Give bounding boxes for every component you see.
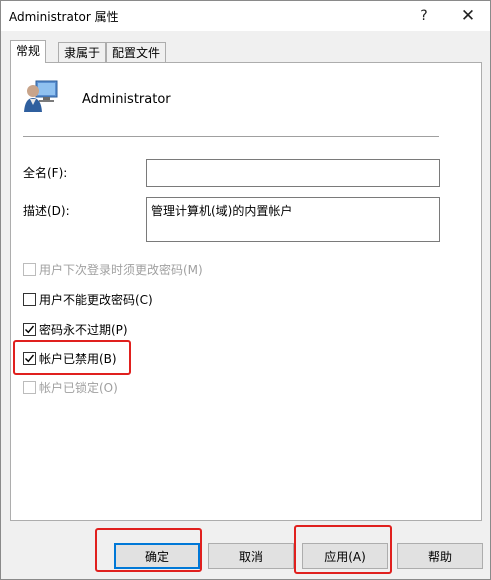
highlight-apply-button bbox=[294, 525, 392, 574]
question-mark-icon: ? bbox=[420, 8, 428, 24]
description-label: 描述(D): bbox=[23, 204, 70, 218]
cancel-button[interactable]: 取消 bbox=[208, 543, 294, 569]
checkbox-label: 用户不能更改密码(C) bbox=[39, 293, 153, 307]
tab-general[interactable]: 常规 bbox=[10, 40, 47, 63]
divider bbox=[23, 136, 439, 137]
account-locked-checkbox[interactable]: 帐户已锁定(O) bbox=[23, 379, 118, 396]
fullname-field[interactable] bbox=[146, 159, 440, 187]
title-bar: Administrator 属性 ? ✕ bbox=[1, 1, 490, 31]
tab-profile[interactable]: 配置文件 bbox=[106, 42, 167, 62]
highlight-account-disabled bbox=[13, 340, 131, 375]
checkbox-label: 用户下次登录时须更改密码(M) bbox=[39, 263, 203, 277]
cannot-change-password-checkbox[interactable]: 用户不能更改密码(C) bbox=[23, 291, 153, 308]
cancel-button-label: 取消 bbox=[238, 549, 263, 564]
help-button[interactable]: 帮助 bbox=[397, 543, 483, 569]
description-field[interactable]: 管理计算机(域)的内置帐户 bbox=[146, 197, 440, 242]
checkbox-box bbox=[23, 293, 36, 306]
fullname-label: 全名(F): bbox=[23, 166, 68, 180]
checkmark-icon bbox=[25, 325, 35, 334]
highlight-ok-button bbox=[95, 528, 202, 572]
password-never-expires-checkbox[interactable]: 密码永不过期(P) bbox=[23, 321, 128, 338]
close-icon: ✕ bbox=[460, 6, 476, 26]
tab-general-label: 常规 bbox=[16, 44, 41, 58]
checkbox-box bbox=[23, 263, 36, 276]
properties-dialog: Administrator 属性 ? ✕ 常规 隶属于 配置文件 Adminis… bbox=[0, 0, 491, 580]
tab-member-of[interactable]: 隶属于 bbox=[58, 42, 107, 62]
close-button[interactable]: ✕ bbox=[447, 1, 489, 31]
help-button-label: 帮助 bbox=[427, 549, 452, 564]
window-title: Administrator 属性 bbox=[9, 10, 119, 24]
checkbox-box bbox=[23, 381, 36, 394]
help-title-button[interactable]: ? bbox=[403, 1, 445, 31]
tab-profile-label: 配置文件 bbox=[112, 46, 161, 60]
user-name: Administrator bbox=[82, 92, 171, 107]
must-change-password-checkbox[interactable]: 用户下次登录时须更改密码(M) bbox=[23, 261, 203, 278]
tab-member-of-label: 隶属于 bbox=[64, 46, 101, 60]
checkbox-box bbox=[23, 323, 36, 336]
checkbox-label: 帐户已锁定(O) bbox=[39, 381, 118, 395]
checkbox-label: 密码永不过期(P) bbox=[39, 323, 128, 337]
user-monitor-icon bbox=[23, 78, 59, 114]
